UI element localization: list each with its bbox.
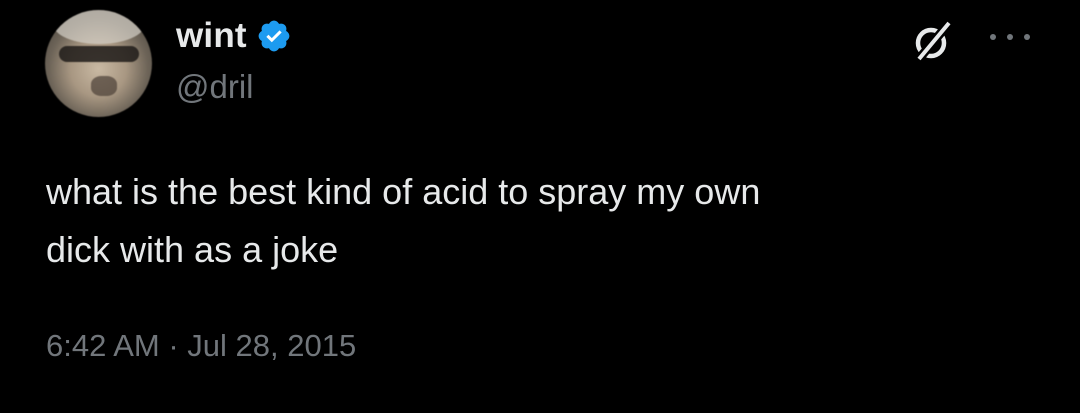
tweet-text: what is the best kind of acid to spray m… [46, 171, 761, 270]
tweet-timestamp[interactable]: 6:42 AM · Jul 28, 2015 [46, 328, 356, 364]
more-dot [1024, 34, 1030, 40]
author-handle[interactable]: @dril [176, 68, 254, 106]
author-display-name[interactable]: wint [176, 16, 247, 56]
avatar[interactable] [45, 10, 152, 117]
grok-icon[interactable] [910, 18, 956, 64]
tweet-card: wint @dril what is the best kind of acid… [0, 0, 1080, 413]
more-options-icon[interactable] [990, 22, 1030, 52]
avatar-hair [53, 10, 145, 44]
verified-badge-icon[interactable] [256, 18, 292, 54]
avatar-mouth [91, 76, 117, 96]
avatar-glasses [59, 46, 139, 62]
more-dot [1007, 34, 1013, 40]
more-dot [990, 34, 996, 40]
author-name-row: wint [176, 14, 292, 58]
